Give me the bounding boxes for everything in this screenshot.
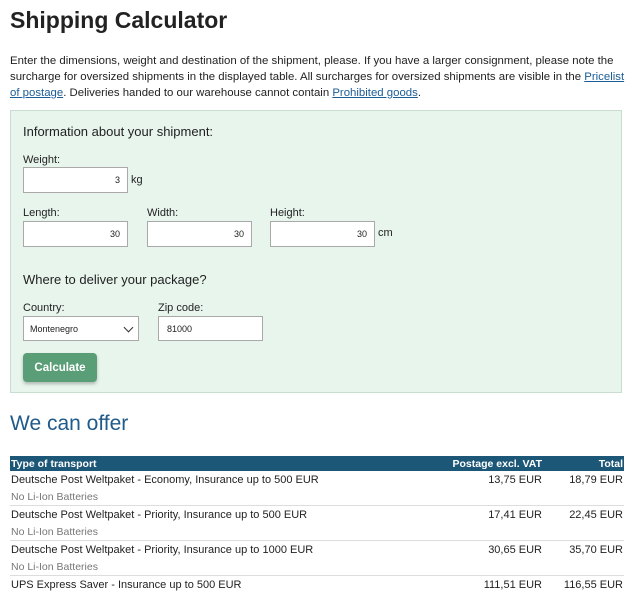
offer-total: 22,45 EUR — [543, 505, 624, 523]
offer-note-row: No Li-Ion Batteries — [10, 558, 624, 576]
country-select-value: Montenegro — [30, 323, 79, 334]
country-select[interactable]: Montenegro — [23, 316, 139, 341]
column-header: Type of transport — [10, 456, 401, 471]
offer-total: 116,55 EUR — [543, 575, 624, 593]
length-label: Length: — [23, 207, 60, 219]
prohibited-goods-link[interactable]: Prohibited goods — [332, 87, 418, 99]
chevron-down-icon — [123, 322, 134, 332]
offer-row[interactable]: Deutsche Post Weltpaket - Priority, Insu… — [10, 505, 624, 523]
intro-text-part: Enter the dimensions, weight and destina… — [10, 55, 614, 83]
offer-row[interactable]: UPS Express Saver - Insurance up to 500 … — [10, 575, 624, 593]
offer-note: No Li-Ion Batteries — [11, 525, 98, 538]
intro-text: Enter the dimensions, weight and destina… — [10, 53, 626, 101]
height-input[interactable] — [270, 221, 375, 247]
offer-total: 35,70 EUR — [543, 540, 624, 558]
intro-text-part: . Deliveries handed to our warehouse can… — [63, 87, 333, 99]
zip-code-input[interactable] — [158, 316, 263, 341]
length-input[interactable] — [23, 221, 128, 247]
weight-unit: kg — [131, 174, 143, 186]
zip-label: Zip code: — [158, 302, 204, 314]
offer-row[interactable]: Deutsche Post Weltpaket - Economy, Insur… — [10, 471, 624, 488]
offers-table-header: Type of transport Postage excl. VAT Tota… — [10, 456, 624, 471]
offer-row[interactable]: Deutsche Post Weltpaket - Priority, Insu… — [10, 540, 624, 558]
offers-table: Type of transport Postage excl. VAT Tota… — [10, 456, 624, 593]
weight-input[interactable] — [23, 167, 128, 193]
offer-postage: 30,65 EUR — [401, 540, 543, 558]
width-label: Width: — [147, 207, 179, 219]
offer-total: 18,79 EUR — [569, 473, 623, 486]
shipment-info-heading: Information about your shipment: — [23, 124, 214, 139]
offer-note: No Li-Ion Batteries — [11, 490, 98, 503]
offer-postage: 111,51 EUR — [401, 575, 543, 593]
width-input[interactable] — [147, 221, 252, 247]
offer-note-row: No Li-Ion Batteries — [10, 488, 624, 506]
column-header: Total — [543, 456, 624, 471]
offer-name: Deutsche Post Weltpaket - Priority, Insu… — [10, 540, 401, 558]
offer-postage: 13,75 EUR — [488, 473, 542, 486]
country-label: Country: — [23, 302, 65, 314]
delivery-heading: Where to deliver your package? — [23, 272, 207, 287]
offers-heading: We can offer — [10, 412, 129, 435]
offer-name: Deutsche Post Weltpaket - Economy, Insur… — [11, 473, 319, 486]
offer-note: No Li-Ion Batteries — [11, 560, 98, 573]
height-label: Height: — [270, 207, 305, 219]
page-title: Shipping Calculator — [10, 7, 228, 33]
offer-name: UPS Express Saver - Insurance up to 500 … — [10, 575, 401, 593]
shipment-form-panel: Information about your shipment: Weight:… — [10, 110, 622, 393]
offer-postage: 17,41 EUR — [401, 505, 543, 523]
intro-text-part: . — [417, 87, 421, 99]
calculate-button[interactable]: Calculate — [23, 353, 97, 382]
offer-note-row: No Li-Ion Batteries — [10, 523, 624, 541]
offer-name: Deutsche Post Weltpaket - Priority, Insu… — [10, 505, 401, 523]
dimension-unit: cm — [378, 227, 393, 239]
weight-label: Weight: — [23, 154, 61, 166]
column-header: Postage excl. VAT — [401, 456, 543, 471]
